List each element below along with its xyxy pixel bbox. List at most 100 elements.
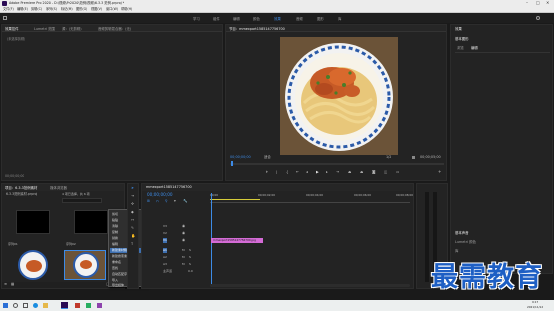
menu-item[interactable]: 查找 bbox=[112, 266, 118, 271]
menu-view[interactable]: 视图(V) bbox=[91, 7, 102, 12]
menu-item[interactable]: 剪切 bbox=[112, 212, 118, 217]
tab-media-browser[interactable]: 媒体浏览器 bbox=[50, 185, 67, 190]
track-label[interactable]: V1 bbox=[163, 238, 167, 243]
minimize-button[interactable]: – bbox=[526, 0, 528, 5]
app-icon[interactable] bbox=[97, 303, 102, 308]
extract-icon[interactable]: ⏏ bbox=[360, 170, 363, 175]
ripple-edit-icon[interactable]: ✣ bbox=[131, 202, 134, 207]
solo-button[interactable]: S bbox=[189, 262, 191, 267]
timeline-timecode[interactable]: 00;00;00;00 bbox=[147, 192, 173, 197]
menu-edit[interactable]: 编辑(E) bbox=[17, 7, 28, 12]
slip-tool-icon[interactable]: ↔ bbox=[131, 218, 134, 223]
home-icon[interactable] bbox=[3, 16, 7, 20]
source-timecode[interactable]: 00;00;00;00 bbox=[5, 174, 24, 179]
step-forward-icon[interactable]: ▸ bbox=[326, 170, 328, 175]
close-button[interactable]: ✕ bbox=[546, 0, 549, 5]
program-timecode-current[interactable]: 00;00;00;00 bbox=[230, 155, 251, 160]
tab-effect-controls[interactable]: 效果控件 bbox=[5, 26, 19, 31]
linked-icon[interactable]: ⚲ bbox=[165, 199, 168, 204]
menu-graphics[interactable]: 图形(G) bbox=[76, 7, 87, 12]
tab-edit[interactable]: 编辑 bbox=[471, 45, 478, 50]
menu-file[interactable]: 文件(F) bbox=[3, 7, 14, 12]
menu-help[interactable]: 帮助(H) bbox=[121, 7, 132, 12]
mute-button[interactable]: M bbox=[182, 262, 185, 267]
step-back-icon[interactable]: ◂ bbox=[306, 170, 308, 175]
program-scrubber[interactable] bbox=[230, 163, 444, 165]
menu-sequence[interactable]: 序列(S) bbox=[46, 7, 57, 12]
mark-in-icon[interactable]: ⏵ bbox=[266, 170, 268, 175]
nest-icon[interactable]: ⊞ bbox=[147, 199, 150, 204]
work-area-bar[interactable] bbox=[210, 199, 260, 200]
menu-item[interactable]: 替换 bbox=[112, 236, 118, 241]
folder-icon[interactable] bbox=[43, 303, 48, 308]
track-label[interactable]: A2 bbox=[163, 255, 167, 260]
track-label[interactable]: V2 bbox=[163, 231, 167, 236]
snap-icon[interactable]: ∩ bbox=[156, 199, 159, 204]
track-label[interactable]: V3 bbox=[163, 224, 167, 229]
app-icon[interactable] bbox=[75, 303, 80, 308]
marker-icon[interactable]: ▾ bbox=[174, 199, 176, 204]
track-select-icon[interactable]: ⇥ bbox=[131, 194, 134, 199]
tab-audio-clip-mixer[interactable]: 音频剪辑混合器：(无) bbox=[98, 26, 131, 31]
export-frame-icon[interactable]: ◙ bbox=[372, 170, 376, 175]
project-item-sequence-02[interactable] bbox=[74, 210, 108, 234]
project-item-image[interactable] bbox=[18, 250, 48, 280]
maximize-button[interactable]: □ bbox=[536, 0, 540, 5]
project-item-sequence-01[interactable] bbox=[16, 210, 50, 234]
mute-button[interactable]: M bbox=[182, 255, 185, 260]
menu-item[interactable]: 粘贴 bbox=[112, 218, 118, 223]
menu-clip[interactable]: 剪辑(C) bbox=[31, 7, 42, 12]
search-taskbar-icon[interactable] bbox=[13, 303, 18, 308]
timeline-scrollbar[interactable] bbox=[210, 284, 410, 287]
solo-button[interactable]: S bbox=[189, 255, 191, 260]
tab-timeline-sequence[interactable]: mmexport1585147756700 bbox=[146, 185, 192, 189]
app-icon[interactable] bbox=[86, 303, 91, 308]
master-value[interactable]: 0.0 bbox=[188, 269, 193, 274]
start-icon[interactable] bbox=[3, 303, 8, 308]
tab-source[interactable]: 源：(无剪辑) bbox=[62, 26, 82, 31]
timeline-ruler[interactable]: 00;00 00;00;02;00 00;00;04;00 00;00;06;0… bbox=[210, 193, 413, 203]
eye-icon[interactable]: ◉ bbox=[182, 238, 185, 243]
menu-item[interactable]: 编辑 bbox=[112, 242, 118, 247]
resolution-dropdown[interactable]: 1/2 bbox=[386, 155, 391, 160]
settings-icon[interactable]: 🔧 bbox=[183, 199, 187, 204]
menu-item[interactable]: 重命名 bbox=[112, 260, 121, 265]
workspace-effects[interactable]: 效果 bbox=[274, 16, 281, 21]
comparison-icon[interactable]: ◫ bbox=[384, 170, 387, 175]
play-icon[interactable]: ▶ bbox=[316, 170, 319, 175]
eye-icon[interactable]: ◉ bbox=[182, 224, 185, 229]
go-to-out-icon[interactable]: ⇥ bbox=[336, 170, 339, 175]
workspace-assembly[interactable]: 组件 bbox=[213, 16, 220, 21]
workspace-audio[interactable]: 音频 bbox=[296, 16, 303, 21]
lumetri-color-title[interactable]: Lumetri 颜色 bbox=[455, 239, 476, 244]
menu-item[interactable]: 新建素材箱 bbox=[112, 248, 127, 253]
tab-lumetri-scopes[interactable]: Lumetri 范围 bbox=[34, 26, 55, 31]
project-search-input[interactable] bbox=[62, 198, 102, 203]
razor-tool-icon[interactable]: ◆ bbox=[131, 210, 134, 215]
workspace-color[interactable]: 颜色 bbox=[253, 16, 260, 21]
icon-view-icon[interactable]: ▦ bbox=[11, 282, 14, 287]
hand-tool-icon[interactable]: ✋ bbox=[131, 234, 135, 239]
video-clip[interactable]: mmexport1585147756700.jpg bbox=[211, 238, 263, 243]
search-icon[interactable] bbox=[536, 16, 540, 20]
selection-tool-icon[interactable]: ➤ bbox=[131, 186, 134, 191]
edge-icon[interactable] bbox=[33, 303, 38, 308]
playhead-marker[interactable] bbox=[231, 161, 233, 166]
tab-program[interactable]: 节目：mmexport1585147756700 bbox=[229, 26, 285, 31]
menu-item[interactable]: 清除 bbox=[112, 224, 118, 229]
go-to-in-icon[interactable]: ⇤ bbox=[296, 170, 299, 175]
add-button-icon[interactable]: + bbox=[438, 169, 441, 174]
task-view-icon[interactable] bbox=[23, 303, 28, 308]
lift-icon[interactable]: ⏏ bbox=[348, 170, 351, 175]
workspace-learn[interactable]: 学习 bbox=[193, 16, 200, 21]
go-to-in-icon[interactable]: { bbox=[286, 170, 288, 175]
workspace-libraries[interactable]: 库 bbox=[338, 16, 341, 21]
wrench-icon[interactable] bbox=[412, 156, 415, 159]
tab-project[interactable]: 项目：6.3.3范例素材 bbox=[5, 185, 37, 190]
fit-dropdown[interactable]: 适合 bbox=[264, 155, 271, 160]
menu-item[interactable]: 导出媒体 bbox=[112, 283, 124, 288]
menu-marker[interactable]: 标记(M) bbox=[61, 7, 73, 12]
pen-tool-icon[interactable]: ✎ bbox=[131, 226, 134, 231]
libraries-title[interactable]: 库 bbox=[455, 248, 458, 253]
workspace-editing[interactable]: 编辑 bbox=[233, 16, 240, 21]
